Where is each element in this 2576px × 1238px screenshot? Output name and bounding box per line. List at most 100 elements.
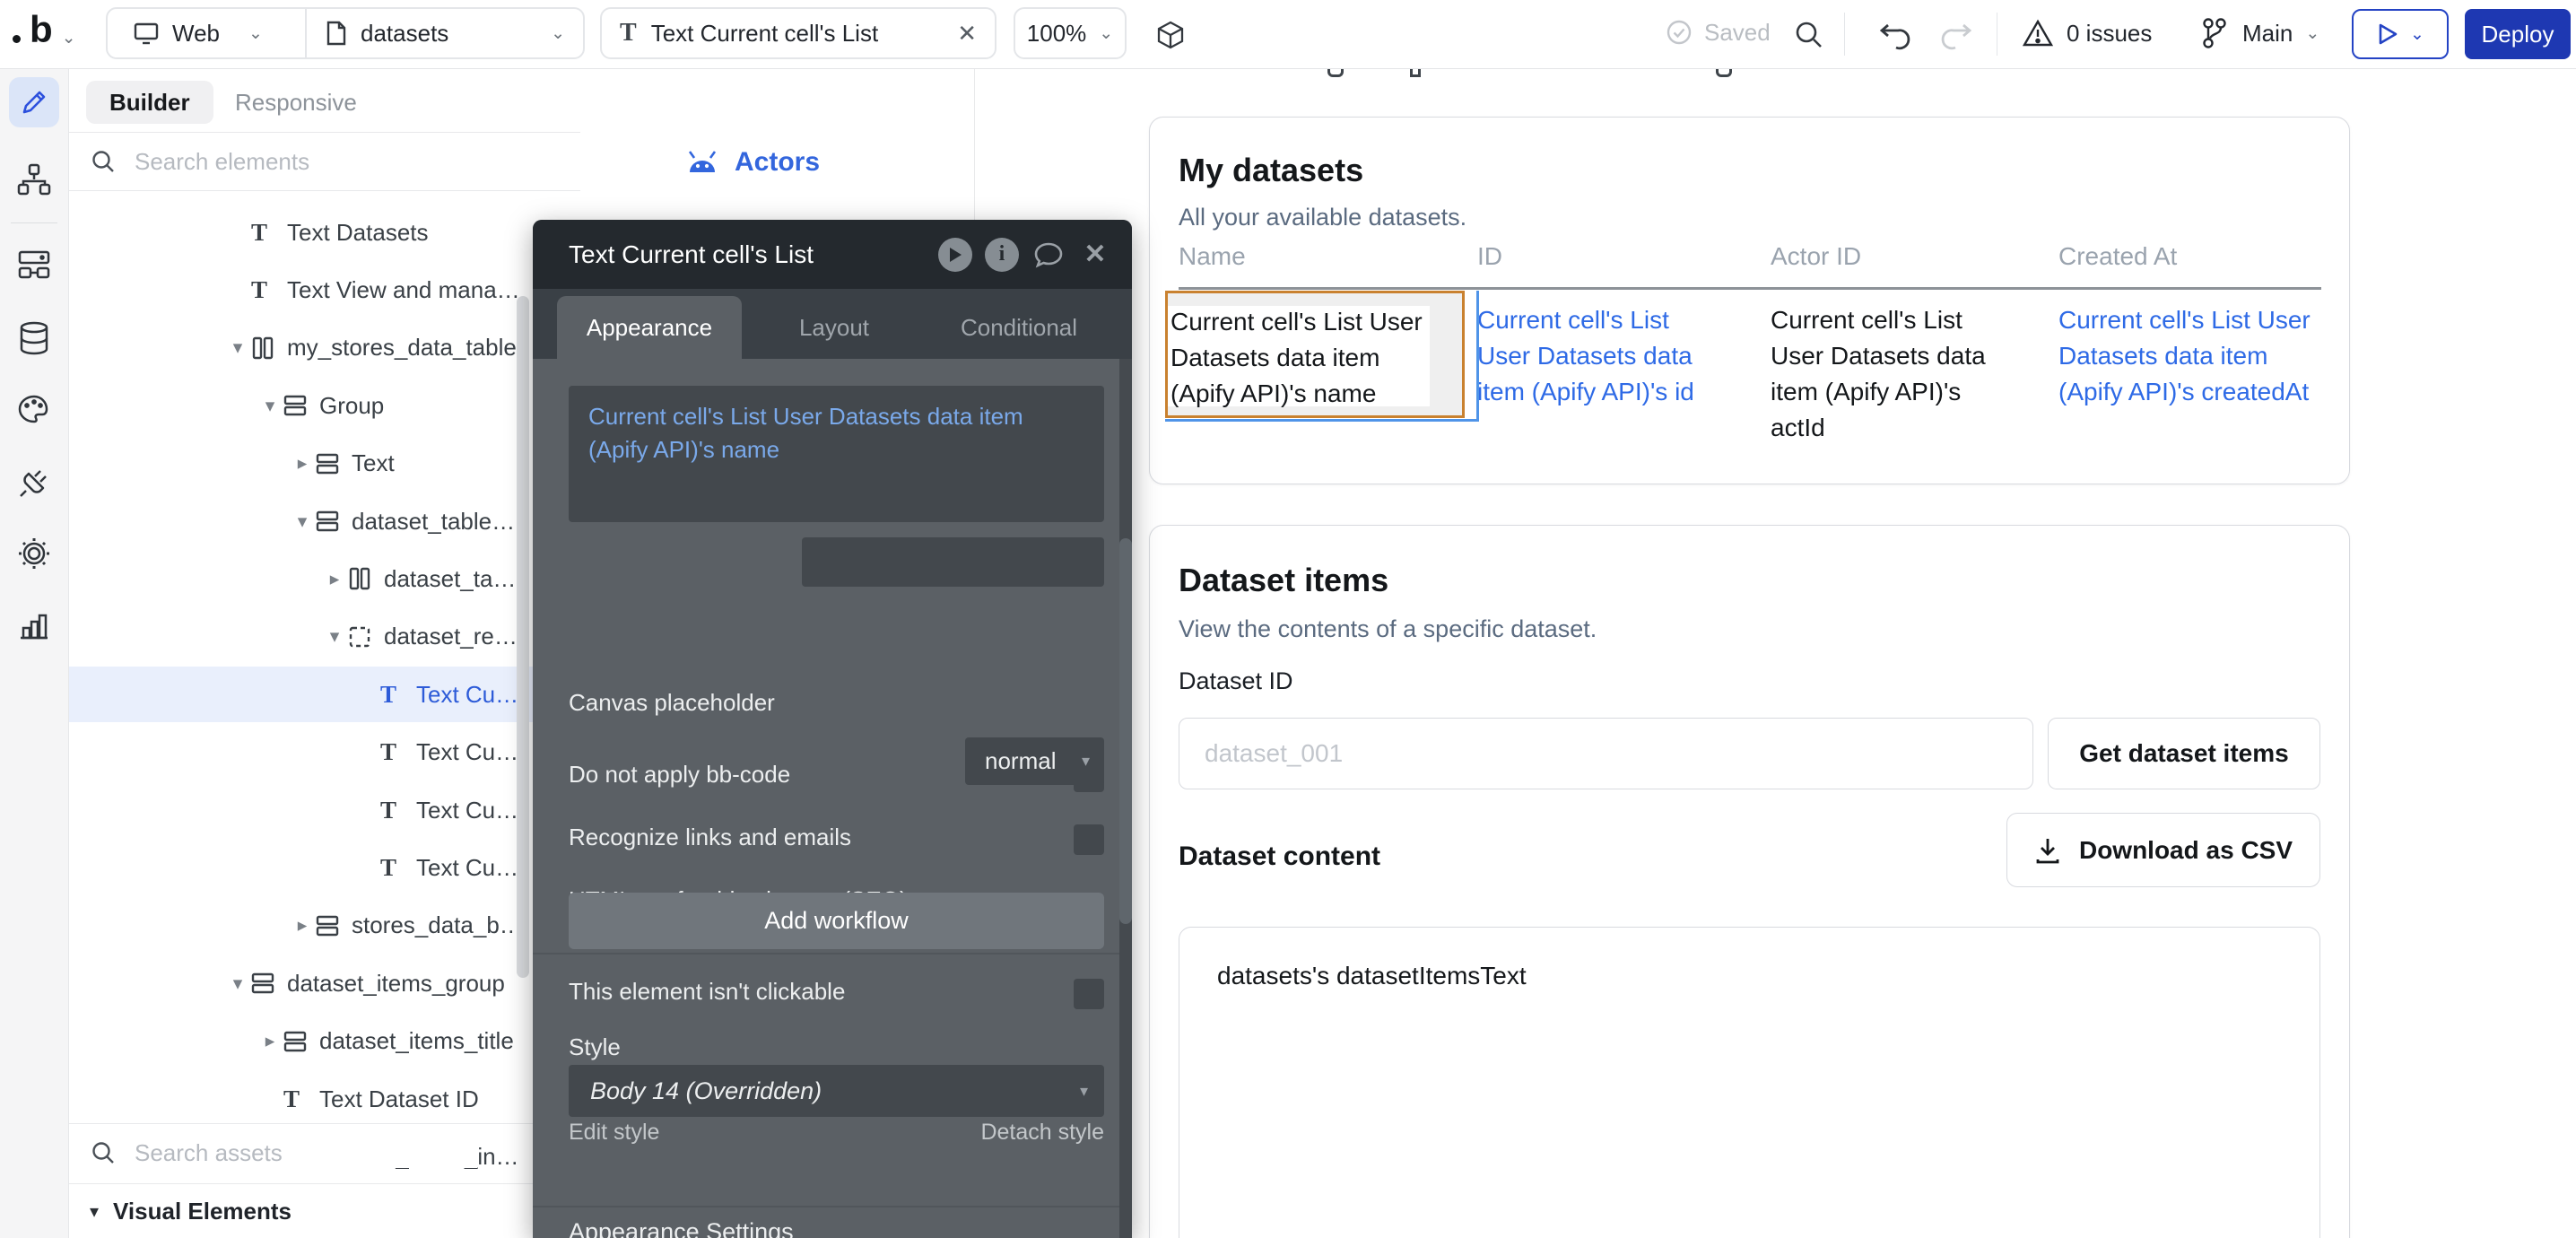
tree-item[interactable]: ▸stores_data_b…: [68, 898, 580, 954]
style-dropdown[interactable]: Body 14 (Overridden) ▾: [569, 1065, 1104, 1117]
tree-item[interactable]: ▾dataset_re…: [68, 609, 580, 665]
zoom-value: 100%: [1027, 20, 1087, 48]
monitor-icon: [133, 21, 160, 46]
settings-tab-button[interactable]: [9, 528, 59, 579]
not-clickable-checkbox[interactable]: [1074, 979, 1104, 1009]
tree-item[interactable]: ▾my_stores_data_table: [68, 320, 580, 376]
caret-down-icon: ▾: [1082, 752, 1090, 771]
caret-down-icon[interactable]: ▾: [224, 972, 251, 995]
chevron-down-icon: ⌄: [248, 25, 263, 42]
redo-icon[interactable]: [1939, 18, 1975, 52]
dataset-content-text: datasets's datasetItemsText: [1217, 962, 1527, 990]
tree-item-label: Text View and mana…: [287, 276, 520, 304]
logs-tab-button[interactable]: [9, 599, 59, 650]
pencil-icon: [17, 85, 51, 119]
canvas-placeholder-input[interactable]: [802, 537, 1104, 587]
visual-elements-section[interactable]: ▾ Visual Elements: [90, 1184, 292, 1238]
preview-run-button[interactable]: ⌄: [2352, 9, 2449, 59]
tree-scrollbar[interactable]: [517, 296, 529, 978]
tab-layout[interactable]: Layout: [742, 296, 927, 359]
palette-icon: [16, 393, 52, 429]
branch-selector[interactable]: Main ⌄: [2199, 16, 2319, 50]
recognize-links-checkbox[interactable]: [1074, 824, 1104, 855]
close-icon[interactable]: ✕: [957, 20, 977, 48]
tree-item[interactable]: T Text Dataset ID: [68, 1071, 580, 1127]
download-csv-button[interactable]: Download as CSV: [2006, 813, 2320, 887]
data-tab-button[interactable]: [9, 313, 59, 363]
text-element-icon: T: [283, 1087, 300, 1112]
components-tab-button[interactable]: [9, 240, 59, 290]
cell-link-text[interactable]: Current cell's List UserDatasets data it…: [2058, 302, 2311, 410]
tab-builder[interactable]: Builder: [86, 81, 213, 124]
tree-item[interactable]: ▸dataset_items_title: [68, 1014, 580, 1069]
edit-style-link[interactable]: Edit style: [569, 1120, 659, 1146]
info-button[interactable]: i: [985, 238, 1019, 272]
rows-icon: [316, 452, 339, 475]
tree-item-label: dataset_ta…: [384, 565, 516, 593]
tree-item-label: Text Dataset ID: [319, 1085, 479, 1113]
html-tag-value: normal: [985, 747, 1056, 775]
detach-style-link[interactable]: Detach style: [980, 1120, 1104, 1146]
dataset-content-box: datasets's datasetItemsText: [1179, 927, 2320, 1238]
property-editor-panel[interactable]: Text Current cell's List i ✕ Appearance …: [533, 220, 1132, 1238]
sidebar-item-actors[interactable]: Actors: [686, 147, 820, 178]
caret-down-icon[interactable]: ▾: [224, 336, 251, 359]
tab-conditional[interactable]: Conditional: [927, 296, 1111, 359]
zoom-selector[interactable]: 100% ⌄: [1014, 7, 1127, 59]
package-icon[interactable]: [1155, 20, 1186, 50]
search-icon[interactable]: [1792, 18, 1826, 52]
text-expression-input[interactable]: Current cell's List User Datasets data i…: [569, 386, 1104, 522]
caret-right-icon[interactable]: ▸: [321, 568, 348, 590]
device-dropdown[interactable]: Web ⌄: [108, 20, 305, 48]
tree-item[interactable]: ▸Text: [68, 436, 580, 492]
caret-right-icon[interactable]: ▸: [289, 452, 316, 475]
add-workflow-button[interactable]: Add workflow: [569, 893, 1104, 949]
html-tag-dropdown[interactable]: normal ▾: [965, 737, 1104, 785]
tree-item[interactable]: ▾dataset_table…: [68, 493, 580, 549]
get-dataset-items-button[interactable]: Get dataset items: [2048, 718, 2320, 789]
caret-down-icon[interactable]: ▾: [321, 625, 348, 648]
tree-item[interactable]: TText View and mana…: [68, 262, 580, 318]
close-icon[interactable]: ✕: [1078, 238, 1112, 272]
bubble-logo[interactable]: b ⌄: [13, 13, 76, 47]
cell-link-text[interactable]: Current cell's ListUser Datasets dataite…: [1477, 302, 1694, 410]
tree-item[interactable]: TText Cu…: [68, 725, 580, 780]
caret-right-icon[interactable]: ▸: [257, 1030, 283, 1052]
tab-appearance[interactable]: Appearance: [557, 296, 742, 359]
panel-header[interactable]: Text Current cell's List i ✕: [533, 220, 1132, 289]
clipped-text-fragment: [1410, 68, 1421, 77]
design-tab-button[interactable]: [9, 77, 59, 127]
my-datasets-card: My datasets All your available datasets.…: [1149, 117, 2350, 484]
panel-scrollbar[interactable]: [1119, 359, 1132, 1238]
tree-item[interactable]: ▾Group: [68, 378, 580, 433]
comment-button[interactable]: [1031, 238, 1066, 272]
tree-item[interactable]: TText Cu…: [68, 667, 580, 722]
left-panel-tabs: Builder Responsive: [68, 68, 580, 132]
plugins-tab-button[interactable]: [9, 457, 59, 507]
tree-item[interactable]: TText Cu…: [68, 840, 580, 895]
tree-item[interactable]: TText Cu…: [68, 782, 580, 838]
gear-icon: [16, 536, 52, 571]
caret-right-icon[interactable]: ▸: [289, 914, 316, 937]
workflow-tab-button[interactable]: [9, 154, 59, 205]
tree-item-label: Text Datasets: [287, 219, 429, 247]
page-dropdown[interactable]: datasets ⌄: [307, 20, 583, 48]
comment-icon: [1033, 241, 1064, 268]
tree-item[interactable]: TText Datasets: [68, 205, 580, 260]
issues-indicator[interactable]: 0 issues: [2022, 18, 2152, 48]
selected-text-element[interactable]: Current cell's List UserDatasets data it…: [1165, 291, 1465, 418]
search-assets-input[interactable]: [133, 1138, 477, 1168]
undo-icon[interactable]: [1876, 18, 1912, 52]
open-element-tab[interactable]: T Text Current cell's List ✕: [600, 7, 996, 59]
search-elements-input[interactable]: [133, 147, 477, 177]
tab-responsive[interactable]: Responsive: [215, 81, 377, 124]
caret-down-icon[interactable]: ▾: [289, 510, 316, 533]
caret-down-icon[interactable]: ▾: [257, 395, 283, 417]
deploy-button[interactable]: Deploy: [2465, 9, 2571, 59]
tree-item[interactable]: ▾dataset_items_group: [68, 955, 580, 1011]
styles-tab-button[interactable]: [9, 386, 59, 436]
tree-item[interactable]: ▸ dataset_ta…: [68, 551, 580, 606]
dataset-id-input[interactable]: dataset_001: [1179, 718, 2033, 789]
dataset-items-card: Dataset items View the contents of a spe…: [1149, 525, 2350, 1238]
preview-element-button[interactable]: [938, 238, 972, 272]
